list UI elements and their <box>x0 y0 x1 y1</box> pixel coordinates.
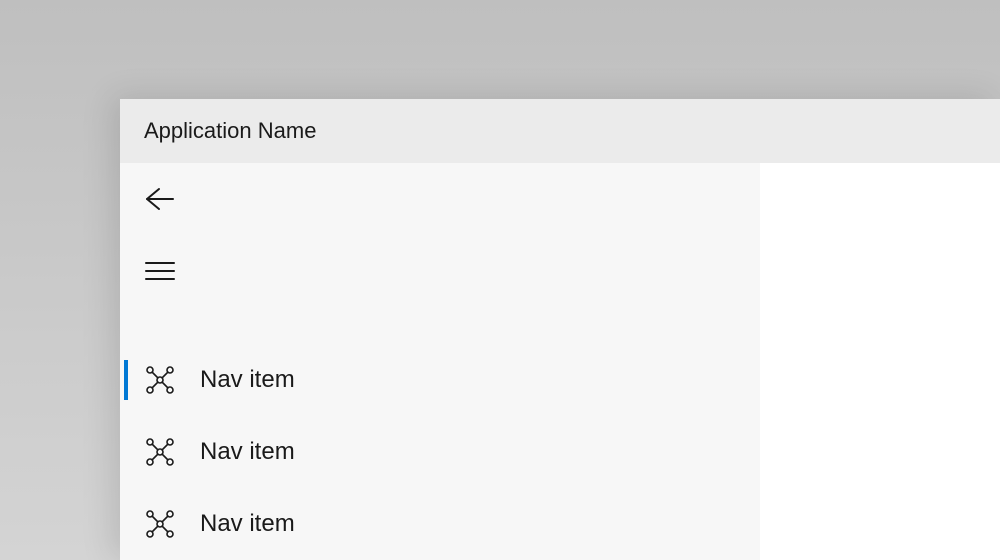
app-window: Application Name <box>120 99 1000 560</box>
nav-spacer <box>120 307 760 343</box>
nav-item-icon <box>120 509 200 539</box>
back-arrow-icon <box>145 187 175 211</box>
nav-item-3[interactable]: Nav item <box>120 488 760 560</box>
content-area <box>760 163 1000 560</box>
hamburger-icon <box>145 261 175 281</box>
selection-indicator <box>124 360 128 400</box>
nav-item-1[interactable]: Nav item <box>120 343 760 415</box>
nav-item-label: Nav item <box>200 366 295 394</box>
back-button[interactable] <box>120 163 200 235</box>
nav-item-icon <box>120 437 200 467</box>
window-body: Nav item Nav item <box>120 163 1000 560</box>
nav-item-label: Nav item <box>200 510 295 538</box>
nav-item-2[interactable]: Nav item <box>120 416 760 488</box>
titlebar: Application Name <box>120 99 1000 163</box>
hamburger-button[interactable] <box>120 235 200 307</box>
app-title: Application Name <box>144 118 316 144</box>
navigation-pane: Nav item Nav item <box>120 163 760 560</box>
nav-item-icon <box>120 365 200 395</box>
nav-item-label: Nav item <box>200 438 295 466</box>
